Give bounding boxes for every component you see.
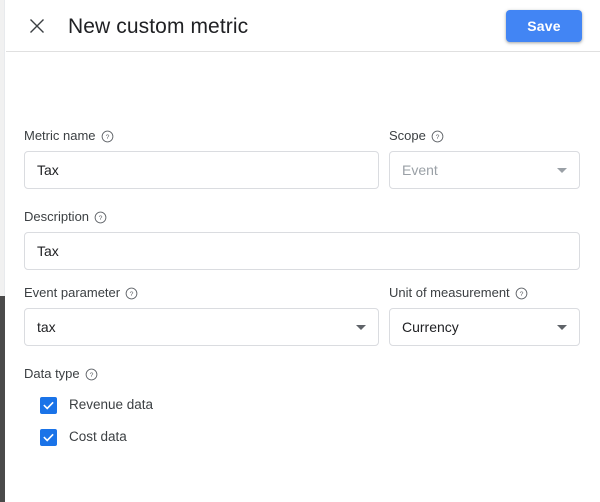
description-label: Description	[24, 209, 90, 224]
svg-text:?: ?	[130, 291, 134, 298]
help-circle-icon[interactable]: ?	[94, 211, 107, 224]
scope-value: Event	[402, 162, 438, 178]
field-event-parameter: Event parameter ? tax	[24, 285, 379, 346]
help-circle-icon[interactable]: ?	[85, 368, 98, 381]
panel-header: New custom metric Save	[6, 0, 600, 52]
unit-of-measurement-label: Unit of measurement	[389, 285, 510, 300]
svg-text:?: ?	[89, 372, 93, 379]
unit-of-measurement-select[interactable]: Currency	[389, 308, 580, 346]
help-circle-icon[interactable]: ?	[101, 130, 114, 143]
event-parameter-label: Event parameter	[24, 285, 121, 300]
description-input[interactable]: Tax	[24, 232, 580, 270]
help-circle-icon[interactable]: ?	[431, 130, 444, 143]
event-parameter-select[interactable]: tax	[24, 308, 379, 346]
unit-of-measurement-value: Currency	[402, 319, 459, 335]
description-value: Tax	[37, 243, 59, 259]
chevron-down-icon	[356, 324, 366, 330]
checkbox-row-cost-data[interactable]: Cost data	[24, 428, 384, 446]
svg-text:?: ?	[435, 134, 439, 141]
event-parameter-value: tax	[37, 319, 56, 335]
checkbox-label-cost-data: Cost data	[69, 429, 127, 444]
field-metric-name: Metric name ? Tax	[24, 128, 379, 189]
field-scope: Scope ? Event	[389, 128, 580, 189]
page-scrollbar-track[interactable]	[0, 0, 5, 502]
panel-content: New custom metric Save Metric name ? Tax…	[6, 0, 600, 502]
description-label-row: Description ?	[24, 209, 580, 225]
event-parameter-label-row: Event parameter ?	[24, 285, 379, 301]
field-description: Description ? Tax	[24, 209, 580, 270]
checkbox-row-revenue-data[interactable]: Revenue data	[24, 396, 384, 414]
new-custom-metric-panel: New custom metric Save Metric name ? Tax…	[0, 0, 600, 502]
field-data-type: Data type ? Revenue data Cost data	[24, 366, 384, 446]
data-type-label: Data type	[24, 366, 80, 381]
close-icon	[28, 17, 46, 35]
checkbox-label-revenue-data: Revenue data	[69, 397, 154, 412]
close-button[interactable]	[23, 12, 51, 40]
svg-text:?: ?	[519, 291, 523, 298]
checkbox-cost-data[interactable]	[40, 428, 57, 446]
data-type-label-row: Data type ?	[24, 366, 384, 382]
scope-label: Scope	[389, 128, 426, 143]
help-circle-icon[interactable]: ?	[515, 287, 528, 300]
chevron-down-icon	[557, 324, 567, 330]
help-circle-icon[interactable]: ?	[125, 287, 138, 300]
scope-label-row: Scope ?	[389, 128, 580, 144]
unit-label-row: Unit of measurement ?	[389, 285, 580, 301]
page-scrollbar-thumb[interactable]	[0, 296, 5, 502]
save-button[interactable]: Save	[506, 10, 582, 42]
svg-text:?: ?	[99, 215, 103, 222]
metric-name-input[interactable]: Tax	[24, 151, 379, 189]
metric-name-label: Metric name	[24, 128, 96, 143]
metric-name-label-row: Metric name ?	[24, 128, 379, 144]
page-title: New custom metric	[68, 15, 249, 38]
svg-text:?: ?	[105, 134, 109, 141]
chevron-down-icon	[557, 167, 567, 173]
scope-select: Event	[389, 151, 580, 189]
field-unit-of-measurement: Unit of measurement ? Currency	[389, 285, 580, 346]
checkbox-revenue-data[interactable]	[40, 396, 57, 414]
metric-name-value: Tax	[37, 162, 59, 178]
